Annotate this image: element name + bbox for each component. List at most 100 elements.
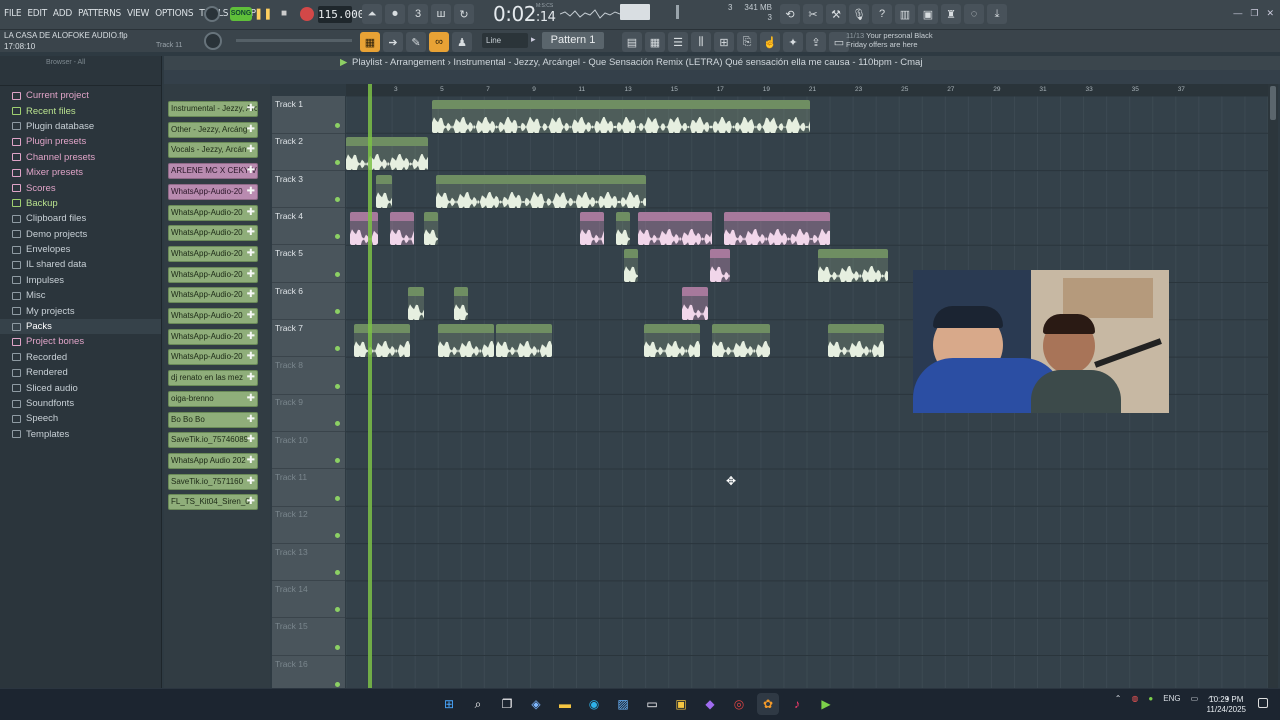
channel-button[interactable]: Bo Bo Bo ✚ — [168, 411, 258, 428]
channel-button[interactable]: WhatsApp Audio 202 ✚ — [168, 452, 258, 469]
audio-clip[interactable]: W.. — [350, 211, 378, 245]
task-view-icon[interactable]: ❐ — [496, 693, 518, 715]
audio-clip[interactable] — [424, 211, 438, 245]
promo-banner[interactable]: 11/13 Your personal Black Friday offers … — [846, 31, 952, 51]
timeline-ruler[interactable]: 3 5 7 9 11 13 15 17 19 21 23 25 27 29 31 33 35 37 — [346, 84, 1268, 96]
photos-icon[interactable]: ▨ — [612, 693, 634, 715]
channel-button[interactable]: WhatsApp-Audio-20 ✚ — [168, 287, 258, 304]
restore-icon[interactable]: ❐ — [1250, 8, 1258, 19]
app-icon[interactable]: ▶ — [815, 693, 837, 715]
track-enable-led[interactable] — [335, 383, 340, 389]
piano-roll-icon[interactable]: ▦ — [645, 32, 665, 52]
browser-item-envelopes[interactable]: Envelopes — [0, 242, 161, 257]
menu-edit[interactable]: EDIT — [27, 8, 47, 19]
track-header[interactable]: Track 6 — [272, 283, 345, 320]
song-mode-button[interactable]: SONG — [230, 7, 252, 21]
browser-item-rendered[interactable]: Rendered — [0, 365, 161, 380]
close-icon[interactable]: ✕ — [1266, 8, 1274, 19]
channel-button[interactable]: WhatsApp-Audio-20 ✚ — [168, 328, 258, 345]
audio-clip[interactable]: Sa.. — [682, 286, 708, 320]
audio-clip[interactable] — [580, 211, 604, 245]
master-pitch-slider[interactable] — [236, 39, 352, 42]
mixer-view-icon[interactable]: ⫼ — [691, 32, 711, 52]
add-channel-icon[interactable]: ✚ — [247, 309, 255, 323]
system-clock[interactable]: 10:29 PM 11/24/2025 — [1207, 695, 1246, 715]
blend-notes-icon[interactable]: ш — [431, 4, 451, 24]
audio-clip[interactable]: Instrumental - Jezzy, Arcángel - Que Sen… — [432, 100, 810, 133]
audio-clip[interactable] — [616, 211, 630, 245]
audio-clip[interactable]: FL_TS_..Shot — [644, 323, 700, 357]
audio-clip[interactable]: Instrument..pm - Cmaj — [346, 137, 428, 171]
browser-item-scores[interactable]: Scores — [0, 180, 161, 195]
browser-item-packs[interactable]: Packs — [0, 318, 161, 335]
track-enable-led[interactable] — [335, 420, 340, 426]
add-channel-icon[interactable]: ✚ — [247, 495, 255, 509]
master-volume-knob[interactable] — [204, 6, 220, 22]
vertical-scrollbar[interactable] — [1268, 84, 1278, 688]
audio-clip[interactable]: FL_TS_..Shot — [828, 323, 884, 357]
add-channel-icon[interactable]: ✚ — [247, 123, 255, 137]
channel-button[interactable]: WhatsApp-Audio-20 ✚ — [168, 204, 258, 221]
browser-item-current-project[interactable]: Current project — [0, 88, 161, 103]
menu-add[interactable]: ADD — [53, 8, 72, 19]
browser-item-il-shared-data[interactable]: IL shared data — [0, 257, 161, 272]
chrome-icon[interactable]: ◎ — [728, 693, 750, 715]
channel-button[interactable]: ARLENE MC X CEKY VI ✚ — [168, 163, 258, 180]
browser-item-misc[interactable]: Misc — [0, 288, 161, 303]
countdown-icon[interactable]: 3 — [408, 4, 428, 24]
audio-clip[interactable]: FL_TS..._Shot — [354, 323, 410, 357]
track-header[interactable]: Track 14 — [272, 581, 345, 619]
track-header[interactable]: Track 1 — [272, 96, 345, 134]
browser-item-demo-projects[interactable]: Demo projects — [0, 227, 161, 242]
track-header[interactable]: Track 9 — [272, 394, 345, 432]
channel-button[interactable]: WhatsApp-Audio-20 ✚ — [168, 183, 258, 200]
arrow-right-icon[interactable]: ➔ — [383, 32, 403, 52]
track-header[interactable]: Track 4 — [272, 208, 345, 246]
browser-item-recent-files[interactable]: Recent files — [0, 103, 161, 118]
track-enable-led[interactable] — [335, 346, 340, 352]
browser-item-project-bones[interactable]: Project bones — [0, 334, 161, 349]
tools-icon[interactable]: ⚒ — [826, 4, 846, 24]
browser-item-soundfonts[interactable]: Soundfonts — [0, 396, 161, 411]
visual-studio-icon[interactable]: ◆ — [699, 693, 721, 715]
channel-button[interactable]: Vocals - Jezzy, Arcán ✚ — [168, 142, 258, 159]
audio-clip[interactable] — [624, 249, 638, 283]
stamp-icon[interactable]: ♟ — [452, 32, 472, 52]
cut-icon[interactable]: ✂ — [803, 4, 823, 24]
plugin-icon[interactable]: ⎘ — [737, 32, 757, 52]
antivirus-icon[interactable]: ◍ — [1131, 694, 1138, 703]
playlist-arrow-icon[interactable]: ▶ — [340, 56, 347, 70]
track-enable-led[interactable] — [335, 532, 340, 538]
browser-item-speech[interactable]: Speech — [0, 411, 161, 426]
link-icon[interactable]: ∞ — [429, 32, 449, 52]
add-channel-icon[interactable]: ✚ — [247, 247, 255, 261]
channel-button[interactable]: Instrumental - Jezzy, Arcáng✚ — [168, 101, 258, 117]
add-channel-icon[interactable]: ✚ — [247, 392, 255, 406]
record-button[interactable] — [300, 7, 314, 21]
menu-file[interactable]: FILE — [4, 8, 22, 19]
window-icon[interactable]: ▭ — [641, 693, 663, 715]
menu-view[interactable]: VIEW — [127, 8, 149, 19]
loop-record-icon[interactable]: ↻ — [454, 4, 474, 24]
channel-button[interactable]: FL_TS_Kit04_Siren_0 ✚ — [168, 494, 258, 511]
menu-options[interactable]: OPTIONS — [155, 8, 193, 19]
channel-button[interactable]: SaveTik.io_7571160 ✚ — [168, 473, 258, 490]
microphone-icon[interactable]: 🎙 — [849, 4, 869, 24]
browser-item-mixer-presets[interactable]: Mixer presets — [0, 165, 161, 180]
wand-icon[interactable]: ✦ — [783, 32, 803, 52]
channel-button[interactable]: dj renato en las mez ✚ — [168, 370, 258, 387]
playlist-icon[interactable]: ▤ — [622, 32, 642, 52]
save-icon[interactable]: ▣ — [918, 4, 938, 24]
add-channel-icon[interactable]: ✚ — [247, 454, 255, 468]
audio-clip[interactable] — [454, 286, 468, 320]
audio-clip[interactable]: WhatsAp..2.55 PM — [818, 249, 888, 283]
add-channel-icon[interactable]: ✚ — [247, 185, 255, 199]
browser-item-channel-presets[interactable]: Channel presets — [0, 150, 161, 165]
browser-item-clipboard-files[interactable]: Clipboard files — [0, 211, 161, 226]
metronome-icon[interactable]: ⏶ — [362, 4, 382, 24]
download-icon[interactable]: ⤓ — [987, 4, 1007, 24]
track-header[interactable]: Track 11 — [272, 469, 345, 507]
wait-record-icon[interactable]: ⏺ — [385, 4, 405, 24]
browser-item-my-projects[interactable]: My projects — [0, 303, 161, 318]
browser-item-plugin-database[interactable]: Plugin database — [0, 119, 161, 134]
